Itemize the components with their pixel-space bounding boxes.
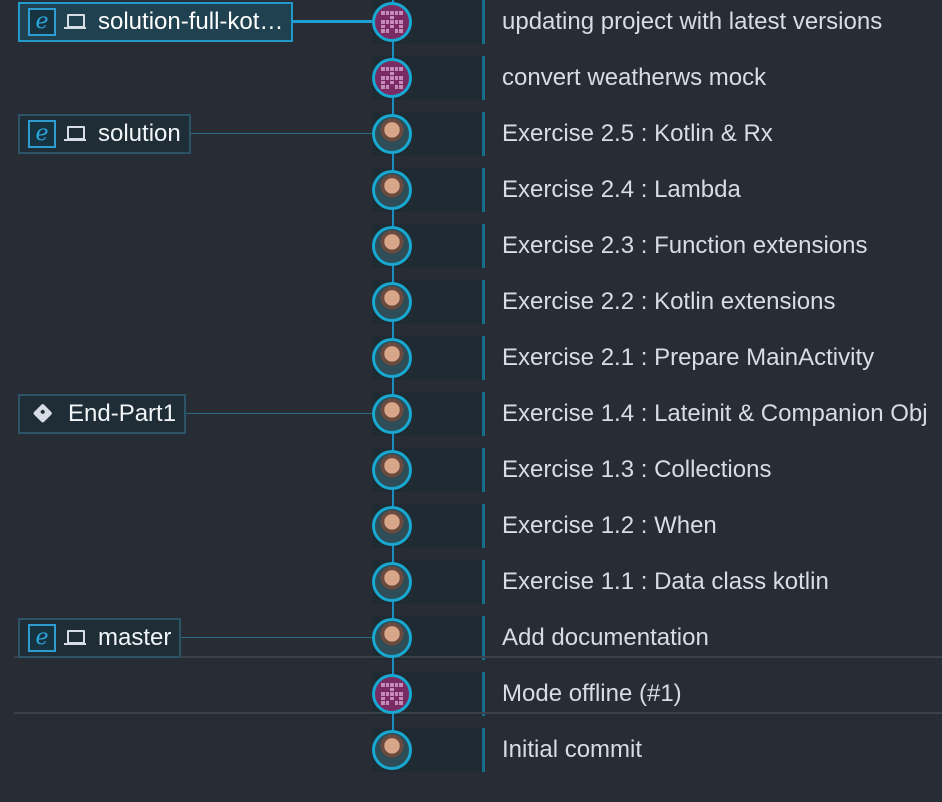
author-avatar	[372, 338, 412, 378]
identicon-icon	[381, 683, 403, 705]
commit-row[interactable]: Initial commit	[0, 716, 942, 772]
tag-icon	[28, 400, 56, 428]
author-avatar	[372, 170, 412, 210]
commit-message[interactable]: Initial commit	[502, 736, 642, 764]
e-icon: ℯ	[28, 624, 56, 652]
commit-message[interactable]: Exercise 2.4 : Lambda	[502, 176, 741, 204]
commit-node-divider	[482, 448, 485, 492]
commit-message[interactable]: Exercise 1.1 : Data class kotlin	[502, 568, 829, 596]
commit-row[interactable]: Exercise 2.2 : Kotlin extensions	[0, 268, 942, 324]
commit-row[interactable]: Exercise 1.3 : Collections	[0, 436, 942, 492]
identicon-icon	[381, 11, 403, 33]
commit-message[interactable]: Exercise 1.3 : Collections	[502, 456, 771, 484]
ref-connector-line	[190, 133, 372, 134]
commit-node-divider	[482, 392, 485, 436]
commit-message[interactable]: Exercise 1.2 : When	[502, 512, 717, 540]
row-separator	[14, 712, 942, 714]
author-avatar	[372, 618, 412, 658]
commit-row[interactable]: convert weatherws mock	[0, 44, 942, 100]
author-avatar	[372, 58, 412, 98]
commit-row[interactable]: Exercise 1.4 : Lateinit & Companion Obj E…	[0, 380, 942, 436]
commit-node-divider	[482, 728, 485, 772]
ref-connector-line	[186, 413, 372, 414]
commit-message[interactable]: Exercise 2.1 : Prepare MainActivity	[502, 344, 874, 372]
e-icon: ℯ	[28, 120, 56, 148]
author-avatar	[372, 450, 412, 490]
author-avatar	[372, 226, 412, 266]
commit-row[interactable]: Mode offline (#1)	[0, 660, 942, 716]
commit-message[interactable]: Mode offline (#1)	[502, 680, 682, 708]
tag-label[interactable]: End-Part1	[18, 394, 187, 434]
ref-label-text: End-Part1	[68, 400, 177, 427]
commit-node-divider	[482, 112, 485, 156]
ref-label-text: solution	[98, 120, 181, 147]
commit-node-divider	[482, 672, 485, 716]
commit-row[interactable]: Exercise 1.2 : When	[0, 492, 942, 548]
commit-message[interactable]: Exercise 1.4 : Lateinit & Companion Obj	[502, 400, 928, 428]
branch-label[interactable]: ℯ solution	[18, 114, 191, 154]
ref-label-text: master	[98, 624, 172, 651]
branch-label[interactable]: ℯ solution-full-kot…	[18, 2, 294, 42]
author-avatar	[372, 562, 412, 602]
ref-connector-line	[293, 20, 372, 23]
commit-node-divider	[482, 280, 485, 324]
commit-node-divider	[482, 504, 485, 548]
author-avatar	[372, 506, 412, 546]
computer-icon	[64, 630, 86, 646]
commit-node-divider	[482, 560, 485, 604]
ref-label-text: solution-full-kot…	[98, 8, 284, 35]
author-avatar	[372, 282, 412, 322]
commit-graph: updating project with latest versions ℯ so…	[0, 0, 942, 802]
commit-message[interactable]: Exercise 2.3 : Function extensions	[502, 232, 868, 260]
commit-node-divider	[482, 616, 485, 660]
author-avatar	[372, 2, 412, 42]
commit-message[interactable]: updating project with latest versions	[502, 8, 882, 36]
commit-message[interactable]: convert weatherws mock	[502, 64, 766, 92]
commit-row[interactable]: Add documentation ℯ master	[0, 604, 942, 660]
commit-row[interactable]: Exercise 1.1 : Data class kotlin	[0, 548, 942, 604]
commit-row[interactable]: Exercise 2.5 : Kotlin & Rx ℯ solution	[0, 100, 942, 156]
computer-icon	[64, 126, 86, 142]
commit-row[interactable]: Exercise 2.3 : Function extensions	[0, 212, 942, 268]
commit-node-divider	[482, 224, 485, 268]
identicon-icon	[381, 67, 403, 89]
commit-message[interactable]: Add documentation	[502, 624, 709, 652]
commit-message[interactable]: Exercise 2.2 : Kotlin extensions	[502, 288, 836, 316]
commit-message[interactable]: Exercise 2.5 : Kotlin & Rx	[502, 120, 773, 148]
commit-node-divider	[482, 336, 485, 380]
author-avatar	[372, 114, 412, 154]
commit-row[interactable]: updating project with latest versions ℯ so…	[0, 0, 942, 44]
branch-label[interactable]: ℯ master	[18, 618, 182, 658]
commit-node-divider	[482, 56, 485, 100]
e-icon: ℯ	[28, 8, 56, 36]
commit-node-divider	[482, 0, 485, 44]
commit-row[interactable]: Exercise 2.4 : Lambda	[0, 156, 942, 212]
commit-row[interactable]: Exercise 2.1 : Prepare MainActivity	[0, 324, 942, 380]
author-avatar	[372, 730, 412, 770]
computer-icon	[64, 14, 86, 30]
commit-node-divider	[482, 168, 485, 212]
author-avatar	[372, 394, 412, 434]
author-avatar	[372, 674, 412, 714]
ref-connector-line	[181, 637, 372, 638]
